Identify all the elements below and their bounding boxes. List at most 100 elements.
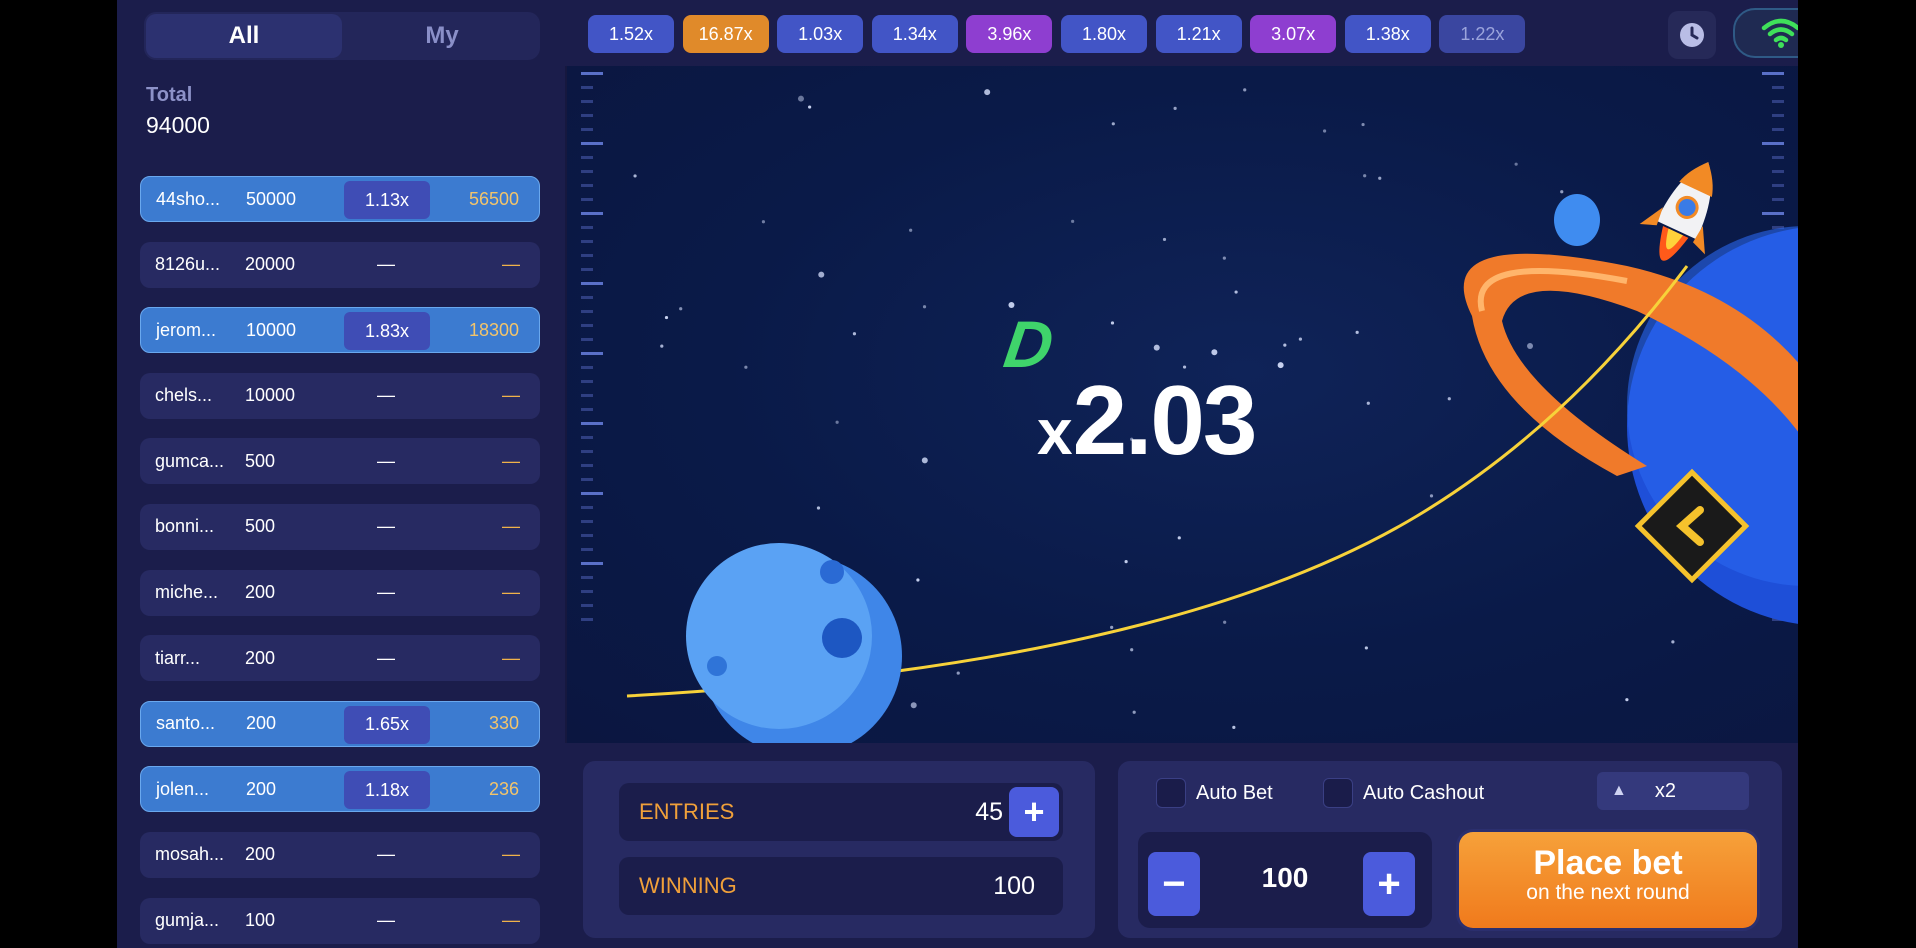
bet-player: santo... [156,713,216,734]
bet-row: jolen... 200 1.18x 236 [140,766,540,813]
star [835,420,839,424]
auto-cashout-checkbox[interactable] [1323,778,1353,808]
bet-player: gumca... [155,450,225,471]
scale-tick [581,212,603,215]
star [1211,349,1218,356]
bet-amount: 20000 [245,254,296,275]
scale-tick [581,450,593,453]
scale-tick [581,72,603,75]
star [1111,122,1115,126]
history-chip[interactable]: 1.34x [871,15,958,53]
star [1378,176,1382,180]
scale-tick [581,142,603,145]
bet-multiplier: 1.65x [344,705,430,744]
tab-my[interactable]: My [344,12,540,60]
star [744,365,748,369]
star [660,344,664,348]
star [984,89,991,96]
scale-tick [581,520,593,523]
star [921,457,928,464]
auto-cashout-toggle[interactable]: Auto Cashout [1323,778,1484,808]
bet-win: — [502,385,520,406]
scale-tick [581,590,593,593]
star [818,271,825,278]
star [1514,162,1518,166]
history-chip[interactable]: 1.03x [777,15,864,53]
bet-amount: 100 [245,910,276,931]
scale-tick [581,100,593,103]
star [1162,237,1167,242]
bet-amount: 200 [246,713,277,734]
bets-panel: All My Total 94000 44sho... 50000 1.13x 565… [117,0,565,948]
bet-panel: Auto Bet Auto Cashout ▲ x2 − 100 + Place… [1118,761,1782,938]
multiplier-value: 2.03 [1072,365,1258,475]
bet-win: — [502,844,520,865]
star [1364,646,1368,650]
star [797,95,804,102]
bet-multiplier: 1.83x [344,312,430,351]
history-clock-button[interactable] [1668,11,1716,59]
star [1560,190,1564,194]
bet-amount: 200 [246,778,277,799]
scale-tick [581,478,593,481]
bet-player: jerom... [156,319,217,340]
bet-multiplier: — [377,582,395,603]
history-chip[interactable]: 1.22x [1439,15,1526,53]
scale-tick [1762,72,1784,75]
star [816,506,821,510]
history-chip[interactable]: 1.21x [1155,15,1242,53]
stake-increase-button[interactable]: + [1363,852,1415,916]
bet-amount: 200 [245,582,276,603]
scale-tick [581,156,593,159]
clock-icon [1680,23,1704,47]
history-chip[interactable]: 1.52x [588,15,674,53]
small-asteroid [1554,194,1600,246]
bet-row: mosah... 200 — — [140,831,540,878]
place-bet-label: Place bet [1533,844,1683,882]
bet-row: bonni... 500 — — [140,503,540,550]
star [664,315,669,320]
bet-win: — [502,254,520,275]
entries-add-button[interactable]: + [1009,787,1059,837]
bet-row: 44sho... 50000 1.13x 56500 [140,176,540,222]
scale-tick [581,240,593,243]
bet-player: gumja... [155,910,220,931]
scale-tick [581,436,593,439]
scale-tick [1772,184,1784,187]
auto-bet-checkbox[interactable] [1156,778,1186,808]
star [1232,725,1236,729]
entries-field: ENTRIES 45 + [619,783,1063,841]
scale-tick [1772,170,1784,173]
history-chip[interactable]: 16.87x [682,15,769,53]
star [1355,330,1359,334]
moon [686,543,902,743]
history-chip[interactable]: 1.38x [1344,15,1431,53]
scale-tick [581,492,603,495]
history-chip[interactable]: 3.96x [966,15,1053,53]
history-chip[interactable]: 1.80x [1061,15,1147,53]
star [956,671,960,675]
star [1298,337,1303,341]
bet-multiplier: — [377,450,395,471]
history-chip[interactable]: 3.07x [1250,15,1337,53]
winning-label: WINNING [639,873,737,898]
scale-tick [581,506,593,509]
multiplier-select[interactable]: ▲ x2 [1597,772,1749,810]
scale-tick [1762,212,1784,215]
bet-multiplier: — [377,385,395,406]
bet-row: santo... 200 1.65x 330 [140,700,540,747]
place-bet-button[interactable]: Place bet on the next round [1459,832,1757,928]
auto-bet-toggle[interactable]: Auto Bet [1156,778,1273,808]
star [1222,256,1226,260]
scale-tick [581,296,593,299]
star [1366,401,1370,405]
star [1177,536,1181,540]
history-bar: 1.52x 16.87x 1.03x 1.34x 3.96x 1.80x 1.21x 3.07… [565,0,1798,66]
ping-indicator: 43ms [1733,8,1798,58]
entries-label: ENTRIES [639,799,735,824]
scale-tick [581,254,593,257]
tab-all[interactable]: All [146,14,342,58]
multiplier-prefix: x [1037,396,1073,468]
scale-tick [581,562,603,565]
total-value: 94000 [146,112,210,138]
